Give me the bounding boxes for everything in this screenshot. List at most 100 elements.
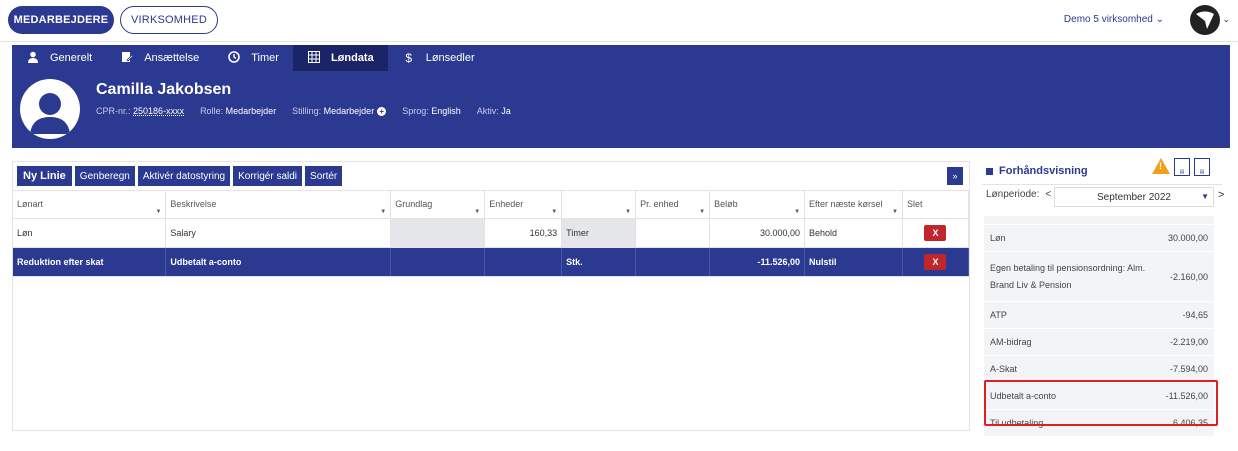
column-header-lonart[interactable]: Lønart ▼ [13, 190, 167, 219]
column-header-efter[interactable]: Efter næste kørsel ▼ [804, 190, 903, 219]
clock-icon [227, 50, 241, 66]
employee-meta: CPR-nr.: 250186-xxxx Rolle: Medarbejder … [96, 106, 511, 116]
chevron-down-icon: ⌄ [1155, 14, 1164, 25]
column-header-slet: Slet [902, 190, 970, 219]
list-item: ATP -94,65 [984, 301, 1214, 328]
cell-slet: X [902, 247, 970, 277]
correct-balances-button[interactable]: Korrigér saldi [233, 166, 303, 186]
logo-icon [1196, 11, 1214, 29]
employee-tabs: Generelt Ansættelse Timer Løndata $ Løns… [12, 45, 1230, 71]
highlight-box [984, 380, 1218, 426]
list-item: A-Skat -7.594,00 [984, 355, 1214, 382]
tab-label: Lønsedler [425, 52, 475, 64]
payslip-html-icon[interactable]: ▤ [1194, 158, 1210, 176]
recalculate-button[interactable]: Genberegn [74, 166, 135, 186]
filter-icon: ▼ [794, 209, 801, 215]
tab-generelt[interactable]: Generelt [12, 45, 106, 71]
activate-date-control-button[interactable]: Aktivér datostyring [137, 166, 231, 186]
cpr-field: CPR-nr.: 250186-xxxx [96, 106, 185, 116]
employee-name: Camilla Jakobsen [96, 81, 232, 98]
cell-beskrivelse[interactable]: Udbetalt a-conto [165, 247, 392, 277]
filter-icon: ▼ [699, 209, 706, 215]
column-header-beskrivelse[interactable]: Beskrivelse ▼ [165, 190, 392, 219]
person-icon [22, 81, 78, 137]
preview-title: Forhåndsvisning [986, 165, 1088, 177]
add-position-icon[interactable]: + [377, 107, 387, 116]
avatar[interactable] [20, 79, 80, 139]
divider [982, 184, 1222, 185]
salary-lines-table: Lønart ▼ Beskrivelse ▼ Grundlag ▼ Enheder ▼ … [13, 190, 970, 277]
warning-icon[interactable]: ! [1152, 158, 1170, 174]
expand-panel-button[interactable]: » [947, 167, 963, 185]
list-item: AM-bidrag -2.219,00 [984, 328, 1214, 355]
active-field: Aktiv: Ja [476, 106, 511, 116]
dollar-icon: $ [405, 51, 413, 65]
cell-enheder[interactable] [484, 247, 563, 277]
chevron-down-icon[interactable]: ⌄ [1222, 14, 1230, 25]
list-item: Egen betaling til pensionsordning: Alm. … [984, 251, 1214, 301]
delete-row-button[interactable]: X [924, 254, 947, 270]
cell-grundlag [390, 218, 486, 248]
company-name: Demo 5 virksomhed [1063, 14, 1153, 25]
column-header-belob[interactable]: Beløb ▼ [709, 190, 806, 219]
salary-toolbar: Ny Linie Genberegn Aktivér datostyring K… [17, 166, 343, 186]
list-item: Løn 30.000,00 [984, 224, 1214, 251]
tab-label: Ansættelse [144, 52, 200, 64]
position-field: Stilling: Medarbejder + [292, 106, 387, 116]
cell-efter[interactable]: Nulstil [804, 247, 903, 277]
tab-loendata[interactable]: Løndata [292, 45, 388, 71]
filter-icon: ▼ [155, 209, 162, 215]
column-header-enheder[interactable]: Enheder ▼ [484, 190, 563, 219]
cell-enheder[interactable]: 160,33 [484, 218, 563, 248]
cell-slet: X [902, 218, 970, 248]
tab-label: Timer [251, 52, 279, 64]
preview-actions: ! ▤ ▤ [1152, 158, 1210, 176]
payslip-document-icon[interactable]: ▤ [1174, 158, 1190, 176]
cell-belob[interactable]: -11.526,00 [709, 247, 806, 277]
salary-lines-panel: Ny Linie Genberegn Aktivér datostyring K… [12, 161, 970, 431]
cell-grundlag [390, 247, 486, 277]
column-header-enhed-type[interactable]: ▼ [561, 190, 637, 219]
filter-icon: ▼ [380, 209, 387, 215]
top-bar: MEDARBEJDERE VIRKSOMHED Demo 5 virksomhe… [0, 0, 1238, 42]
company-selector[interactable]: Demo 5 virksomhed ⌄ [1064, 14, 1164, 25]
delete-row-button[interactable]: X [924, 225, 947, 241]
cell-enhed-type: Timer [561, 218, 637, 248]
column-header-grundlag[interactable]: Grundlag ▼ [390, 190, 486, 219]
filter-icon: ▼ [474, 209, 481, 215]
filter-icon: ▼ [892, 209, 898, 215]
language-field: Sprog: English [402, 106, 461, 116]
filter-icon: ▼ [625, 209, 632, 215]
employee-header: Camilla Jakobsen CPR-nr.: 250186-xxxx Ro… [12, 71, 1230, 148]
tab-ansaettelse[interactable]: Ansættelse [106, 45, 213, 71]
cell-lonart[interactable]: Løn [13, 218, 167, 248]
previous-period-button[interactable]: < [1045, 189, 1051, 200]
next-period-button[interactable]: > [1218, 189, 1224, 201]
cell-pr-enhed[interactable] [635, 247, 711, 277]
cell-pr-enhed[interactable] [635, 218, 711, 248]
employees-nav-button[interactable]: MEDARBEJDERE [8, 6, 114, 34]
user-avatar-logo[interactable] [1190, 5, 1220, 35]
sort-button[interactable]: Sortér [305, 166, 343, 186]
new-line-button[interactable]: Ny Linie [17, 166, 72, 186]
cell-efter[interactable]: Behold [804, 218, 903, 248]
cell-belob[interactable]: 30.000,00 [709, 218, 806, 248]
table-row[interactable]: Løn Salary 160,33 Timer 30.000,00 Behold… [13, 218, 970, 248]
cell-enhed-type: Stk. [561, 247, 637, 277]
cell-lonart[interactable]: Reduktion efter skat [13, 247, 167, 277]
tab-label: Generelt [50, 52, 93, 64]
cpr-value[interactable]: 250186-xxxx [133, 106, 184, 116]
cell-beskrivelse[interactable]: Salary [165, 218, 392, 248]
tab-loensedler[interactable]: $ Lønsedler [388, 45, 489, 71]
table-header-row: Lønart ▼ Beskrivelse ▼ Grundlag ▼ Enheder ▼ … [13, 190, 970, 219]
company-nav-button[interactable]: VIRKSOMHED [120, 6, 218, 34]
role-field: Rolle: Medarbejder [200, 106, 277, 116]
filter-icon: ▼ [551, 209, 558, 215]
caret-down-icon: ▼ [1201, 192, 1209, 201]
pay-period-select[interactable]: September 2022 ▼ [1054, 187, 1214, 207]
square-icon [986, 167, 993, 175]
column-header-pr-enhed[interactable]: Pr. enhed ▼ [635, 190, 711, 219]
tab-timer[interactable]: Timer [213, 45, 293, 71]
table-row[interactable]: Reduktion efter skat Udbetalt a-conto St… [13, 247, 970, 277]
person-icon [26, 51, 40, 66]
